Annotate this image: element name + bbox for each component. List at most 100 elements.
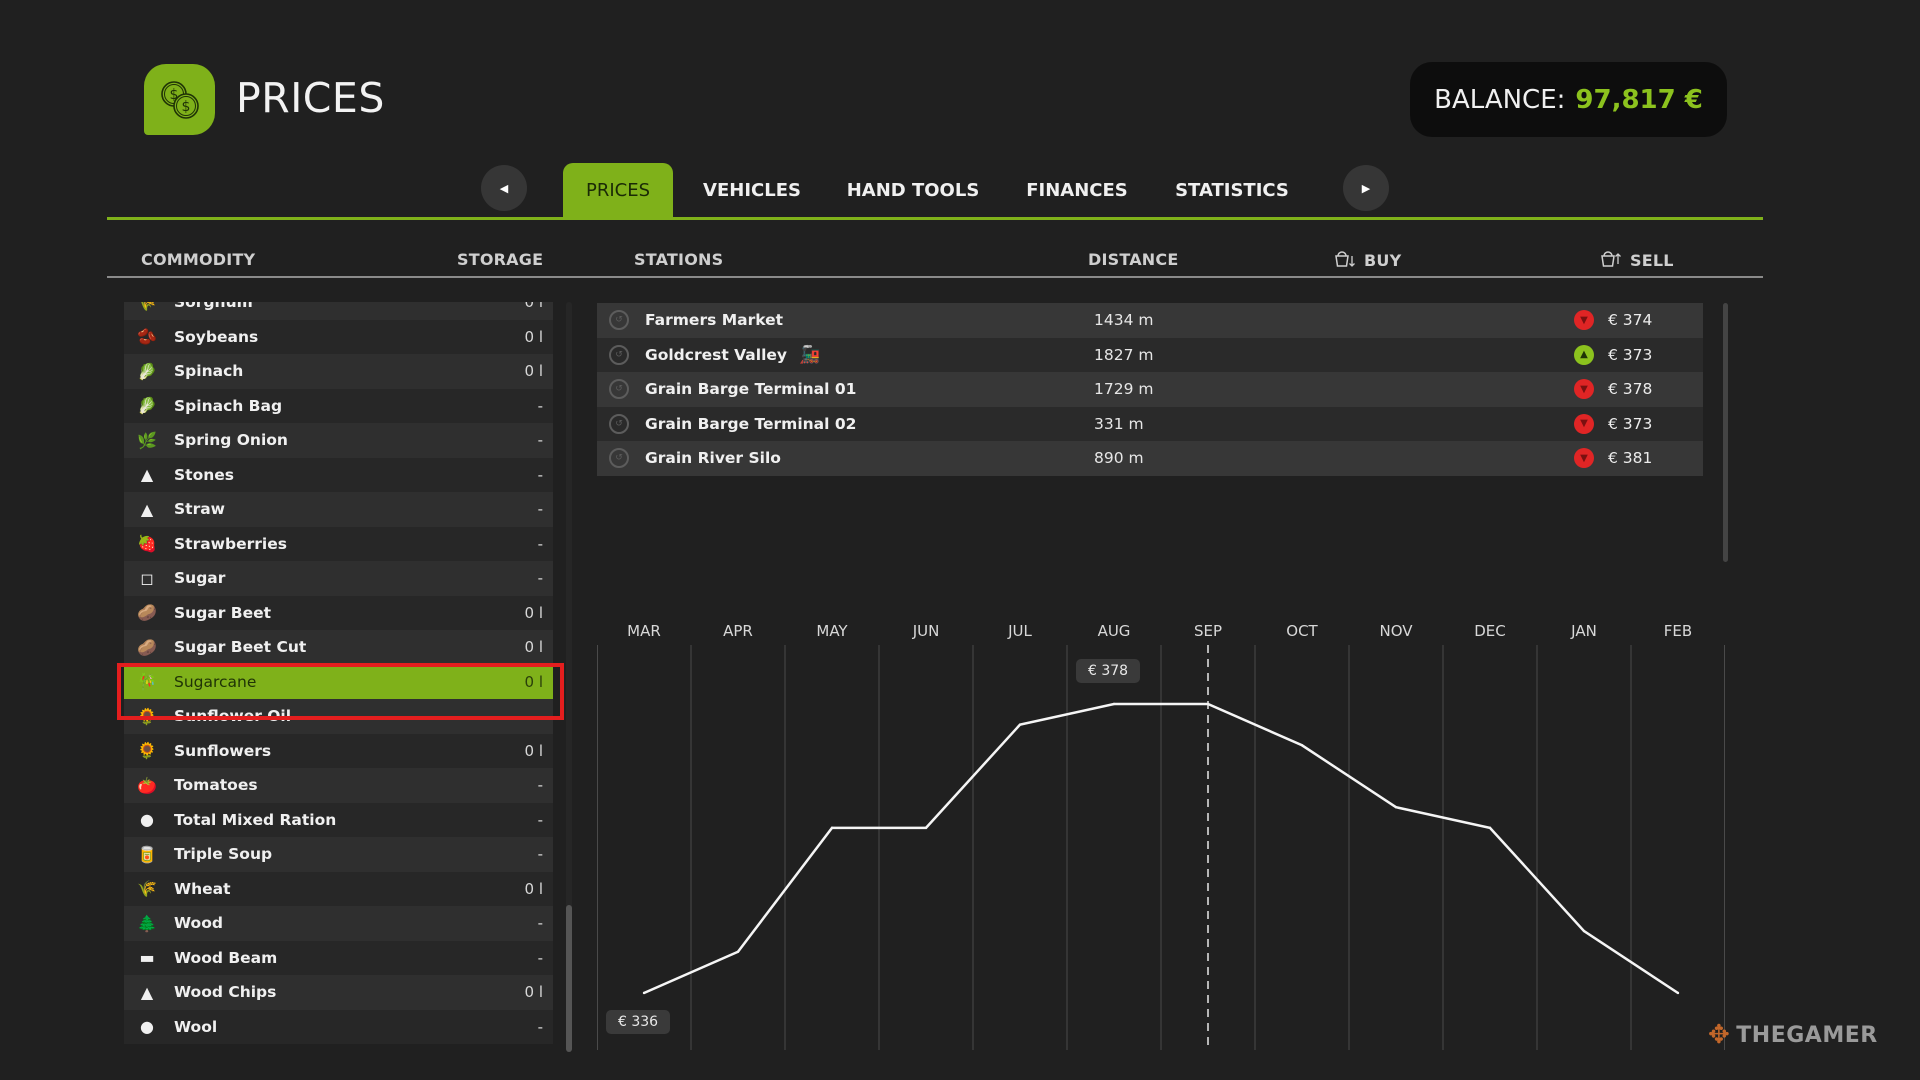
commodity-storage: 0 l: [524, 362, 543, 381]
commodity-name: Sugar Beet Cut: [174, 638, 307, 657]
price-point-oct: [1300, 744, 1304, 747]
sugar-icon: ◻: [140, 568, 154, 588]
column-header-stations: STATIONS: [634, 250, 724, 269]
price-chart-svg: MAR APR MAY JUN JUL AUG SEP OCT NOV DEC JAN FEB: [597, 622, 1725, 1050]
commodity-row-stones[interactable]: ▲ Stones -: [124, 457, 553, 492]
price-point-nov: [1394, 806, 1398, 809]
commodity-storage: 0 l: [524, 741, 543, 760]
commodity-name: Triple Soup: [174, 845, 273, 864]
tab-vehicles[interactable]: VEHICLES: [700, 163, 804, 218]
commodity-storage: 0 l: [524, 879, 543, 898]
triangle-left-icon: ◀: [499, 181, 509, 195]
trend-down-icon: ▼: [1574, 379, 1594, 400]
commodity-list-rows: 🌾 Sorghum 0 l 🫘 Soybeans 0 l 🥬 Spinach 0 l 🥬 Spina…: [124, 302, 553, 1044]
tab-prices[interactable]: PRICES: [563, 163, 673, 218]
sell-label: SELL: [1630, 250, 1674, 270]
price-point-feb: [1676, 991, 1680, 995]
price-point-sep: [1206, 702, 1210, 706]
tab-underline: [107, 217, 1763, 220]
station-sell-price: € 378: [1608, 380, 1653, 399]
commodity-list-scrollbar[interactable]: [566, 302, 572, 1052]
column-header-commodity: COMMODITY: [141, 250, 256, 269]
commodity-row-sugar[interactable]: ◻ Sugar -: [124, 561, 553, 596]
commodity-name: Sorghum: [174, 302, 253, 312]
history-icon[interactable]: ↺: [609, 448, 629, 469]
commodity-row-sorghum[interactable]: 🌾 Sorghum 0 l: [124, 302, 553, 320]
wood-icon: 🌲: [137, 913, 157, 933]
commodity-storage: -: [537, 500, 543, 519]
station-row[interactable]: ↺ Goldcrest Valley 🚂 1827 m ▲ € 373: [597, 337, 1703, 372]
commodity-storage: 0 l: [524, 302, 543, 312]
commodity-row-triple-soup[interactable]: 🥫 Triple Soup -: [124, 837, 553, 872]
commodity-row-strawberries[interactable]: 🍓 Strawberries -: [124, 526, 553, 561]
commodity-row-wheat[interactable]: 🌾 Wheat 0 l: [124, 871, 553, 906]
history-icon[interactable]: ↺: [609, 310, 629, 331]
commodity-name: Soybeans: [174, 327, 259, 346]
station-row[interactable]: ↺ Grain Barge Terminal 01 1729 m ▼ € 378: [597, 372, 1703, 407]
commodity-row-sunflower-oil[interactable]: 🌻 Sunflower Oil -: [124, 699, 553, 734]
stations-scrollbar[interactable]: [1723, 303, 1728, 562]
station-distance: 890 m: [1094, 449, 1144, 468]
station-row[interactable]: ↺ Grain River Silo 890 m ▼ € 381: [597, 441, 1703, 476]
commodity-storage: -: [537, 914, 543, 933]
month-label: JAN: [1570, 622, 1597, 640]
commodity-row-straw[interactable]: ▲ Straw -: [124, 492, 553, 527]
balance-label: BALANCE:: [1434, 84, 1566, 115]
train-icon: 🚂: [799, 344, 821, 365]
column-header-buy: BUY: [1334, 250, 1401, 270]
tab-statistics[interactable]: STATISTICS: [1172, 163, 1292, 218]
commodity-name: Spinach Bag: [174, 396, 283, 415]
commodity-row-sugar-beet-cut[interactable]: 🥔 Sugar Beet Cut 0 l: [124, 630, 553, 665]
history-icon[interactable]: ↺: [609, 344, 629, 365]
commodity-row-sunflowers[interactable]: 🌻 Sunflowers 0 l: [124, 733, 553, 768]
station-name: Farmers Market: [645, 311, 784, 330]
history-icon[interactable]: ↺: [609, 379, 629, 400]
price-point-may: [830, 826, 834, 830]
wood-beam-icon: ▬: [139, 948, 155, 968]
commodity-row-tomatoes[interactable]: 🍅 Tomatoes -: [124, 768, 553, 803]
commodity-row-wood-beam[interactable]: ▬ Wood Beam -: [124, 940, 553, 975]
month-label: OCT: [1286, 622, 1318, 640]
month-label: DEC: [1474, 622, 1506, 640]
commodity-storage: -: [537, 569, 543, 588]
commodity-name: Total Mixed Ration: [174, 810, 337, 829]
station-name: Grain Barge Terminal 01: [645, 380, 857, 399]
sunflower-oil-icon: 🌻: [137, 706, 157, 726]
commodity-row-sugarcane[interactable]: 🎋 Sugarcane 0 l: [124, 664, 553, 699]
total-mixed-ration-icon: ●: [140, 810, 154, 830]
commodity-name: Sunflowers: [174, 741, 272, 760]
commodity-row-total-mixed-ration[interactable]: ● Total Mixed Ration -: [124, 802, 553, 837]
commodity-list-scroll-thumb[interactable]: [566, 905, 572, 1052]
station-distance: 1729 m: [1094, 380, 1154, 399]
tab-finances[interactable]: FINANCES: [1022, 163, 1132, 218]
commodity-row-spinach[interactable]: 🥬 Spinach 0 l: [124, 354, 553, 389]
spring-onion-icon: 🌿: [137, 430, 157, 450]
station-name-cell: Grain River Silo: [645, 449, 1094, 467]
stones-icon: ▲: [140, 465, 154, 485]
next-tab-button[interactable]: ▶: [1343, 165, 1389, 211]
spinach-icon: 🥬: [137, 361, 157, 381]
commodity-row-wood[interactable]: 🌲 Wood -: [124, 906, 553, 941]
commodity-row-spinach-bag[interactable]: 🥬 Spinach Bag -: [124, 388, 553, 423]
commodity-row-spring-onion[interactable]: 🌿 Spring Onion -: [124, 423, 553, 458]
wool-icon: ●: [140, 1017, 154, 1037]
history-icon[interactable]: ↺: [609, 413, 629, 434]
station-row[interactable]: ↺ Farmers Market 1434 m ▼ € 374: [597, 303, 1703, 338]
spinach-bag-icon: 🥬: [137, 396, 157, 416]
commodity-row-wool[interactable]: ● Wool -: [124, 1009, 553, 1044]
commodity-storage: -: [537, 845, 543, 864]
prices-logo: $ $: [144, 64, 215, 135]
price-point-jul: [1018, 723, 1022, 726]
station-sell-price: € 374: [1608, 311, 1653, 330]
price-point-jun: [924, 826, 928, 830]
commodity-name: Wool: [174, 1017, 218, 1036]
commodity-row-sugar-beet[interactable]: 🥔 Sugar Beet 0 l: [124, 595, 553, 630]
commodity-row-soybeans[interactable]: 🫘 Soybeans 0 l: [124, 319, 553, 354]
tab-hand-tools[interactable]: HAND TOOLS: [845, 163, 981, 218]
month-label: MAY: [816, 622, 848, 640]
sorghum-icon: 🌾: [137, 302, 157, 312]
prev-tab-button[interactable]: ◀: [481, 165, 527, 211]
station-row[interactable]: ↺ Grain Barge Terminal 02 331 m ▼ € 373: [597, 406, 1703, 441]
stations-table: ↺ Farmers Market 1434 m ▼ € 374 ↺ Goldcrest Va…: [597, 303, 1703, 476]
commodity-row-wood-chips[interactable]: ▲ Wood Chips 0 l: [124, 975, 553, 1010]
